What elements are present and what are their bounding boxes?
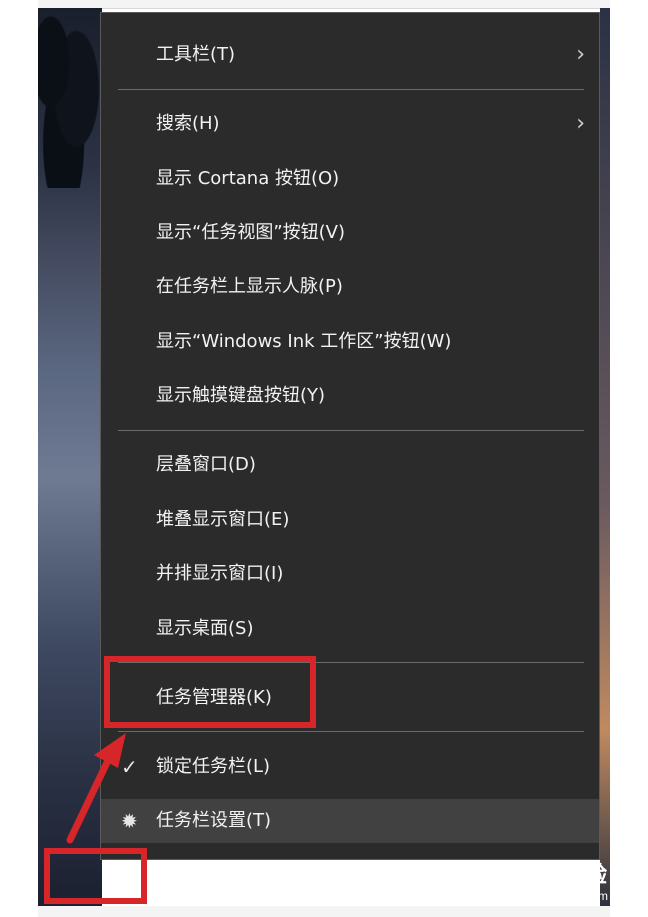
annotation-arrow [66,733,126,844]
baidu-watermark: Bai du 经验 jingyan.baidu.com [482,857,608,903]
watermark-brand: Bai du 经验 [481,862,608,887]
watermark-url: jingyan.baidu.com [511,889,608,903]
